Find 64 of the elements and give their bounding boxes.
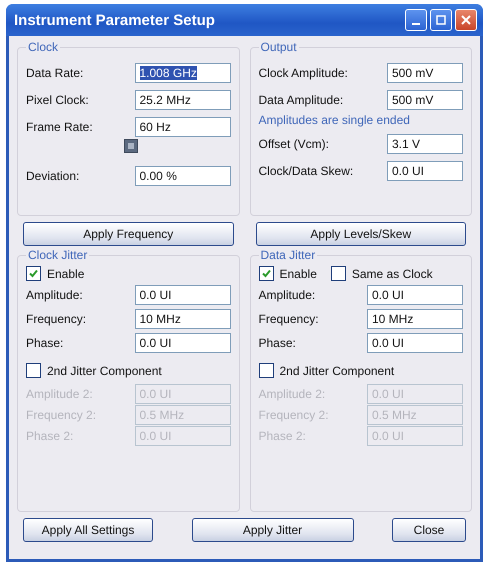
input-field[interactable]: 10 MHz [134,309,230,329]
input-field[interactable]: 0.0 UI [367,333,463,353]
field-label: Data Rate: [26,66,84,80]
field-label: Offset (Vcm): [258,137,329,151]
input-field[interactable]: 0.0 UI [387,161,463,181]
field-label: Amplitude 2: [258,387,326,401]
field-label: Frequency 2: [258,408,329,422]
field-label: Phase 2: [258,429,306,443]
checkbox-label: Enable [47,266,84,280]
checkbox[interactable] [330,266,346,281]
checkbox-label: 2nd Jitter Component [280,364,394,378]
input-field[interactable]: 500 mV [387,63,463,83]
check-icon [28,268,39,279]
input-field[interactable]: 10 MHz [367,309,463,329]
field-label: Clock Amplitude: [258,66,348,80]
input-field[interactable]: 500 mV [387,90,463,110]
close-icon [461,15,471,25]
field-label: Deviation: [26,169,80,183]
field-label: Frequency 2: [26,408,96,422]
dialog-button[interactable]: Apply All Settings [23,518,153,542]
note-text: Amplitudes are single ended [258,113,411,127]
group-title: Clock [27,40,60,54]
input-field[interactable]: 3.1 V [387,134,463,154]
field-label: Amplitude: [258,288,316,302]
maximize-button[interactable] [430,9,452,31]
field-label: Frequency: [26,312,86,326]
input-field[interactable]: 0.0 UI [134,285,230,305]
apply-button[interactable]: Apply Frequency [23,222,234,246]
checkbox[interactable] [258,266,274,281]
checkbox[interactable] [258,363,274,378]
field-label: Phase: [26,336,64,350]
group-title: Clock Jitter [27,248,88,262]
group-title: Output [260,40,298,54]
checkbox-label: 2nd Jitter Component [47,364,162,378]
field-label: Amplitude: [26,288,83,302]
field-label: Amplitude 2: [26,387,93,401]
minimize-button[interactable] [405,9,427,31]
input-field[interactable]: 0.0 UI [367,285,463,305]
input-field[interactable]: 0.0 UI [134,333,230,353]
input-field[interactable]: 25.2 MHz [134,90,230,110]
dialog-button[interactable]: Close [392,518,466,542]
field-label: Phase 2: [26,429,74,443]
dialog-button[interactable]: Apply Jitter [192,518,354,542]
small-square-button[interactable] [124,139,138,153]
field-label: Frequency: [258,312,319,326]
field-label: Phase: [258,336,296,350]
input-field[interactable]: 60 Hz [134,117,230,137]
window-title: Instrument Parameter Setup [14,12,215,28]
field-label: Frame Rate: [26,120,93,134]
maximize-icon [436,15,446,25]
check-icon [260,268,272,279]
checkbox[interactable] [26,266,41,281]
input-field[interactable]: 1.008 GHz [134,63,230,83]
input-field[interactable]: 0.00 % [134,166,230,186]
apply-button[interactable]: Apply Levels/Skew [256,222,466,246]
checkbox-label: Same as Clock [352,266,433,280]
field-label: Data Amplitude: [258,93,344,107]
minimize-icon [412,23,420,25]
checkbox[interactable] [26,363,41,378]
field-label: Clock/Data Skew: [258,164,354,178]
close-button[interactable] [455,9,477,31]
group-title: Data Jitter [260,248,316,262]
field-label: Pixel Clock: [26,93,89,107]
checkbox-label: Enable [280,266,317,280]
